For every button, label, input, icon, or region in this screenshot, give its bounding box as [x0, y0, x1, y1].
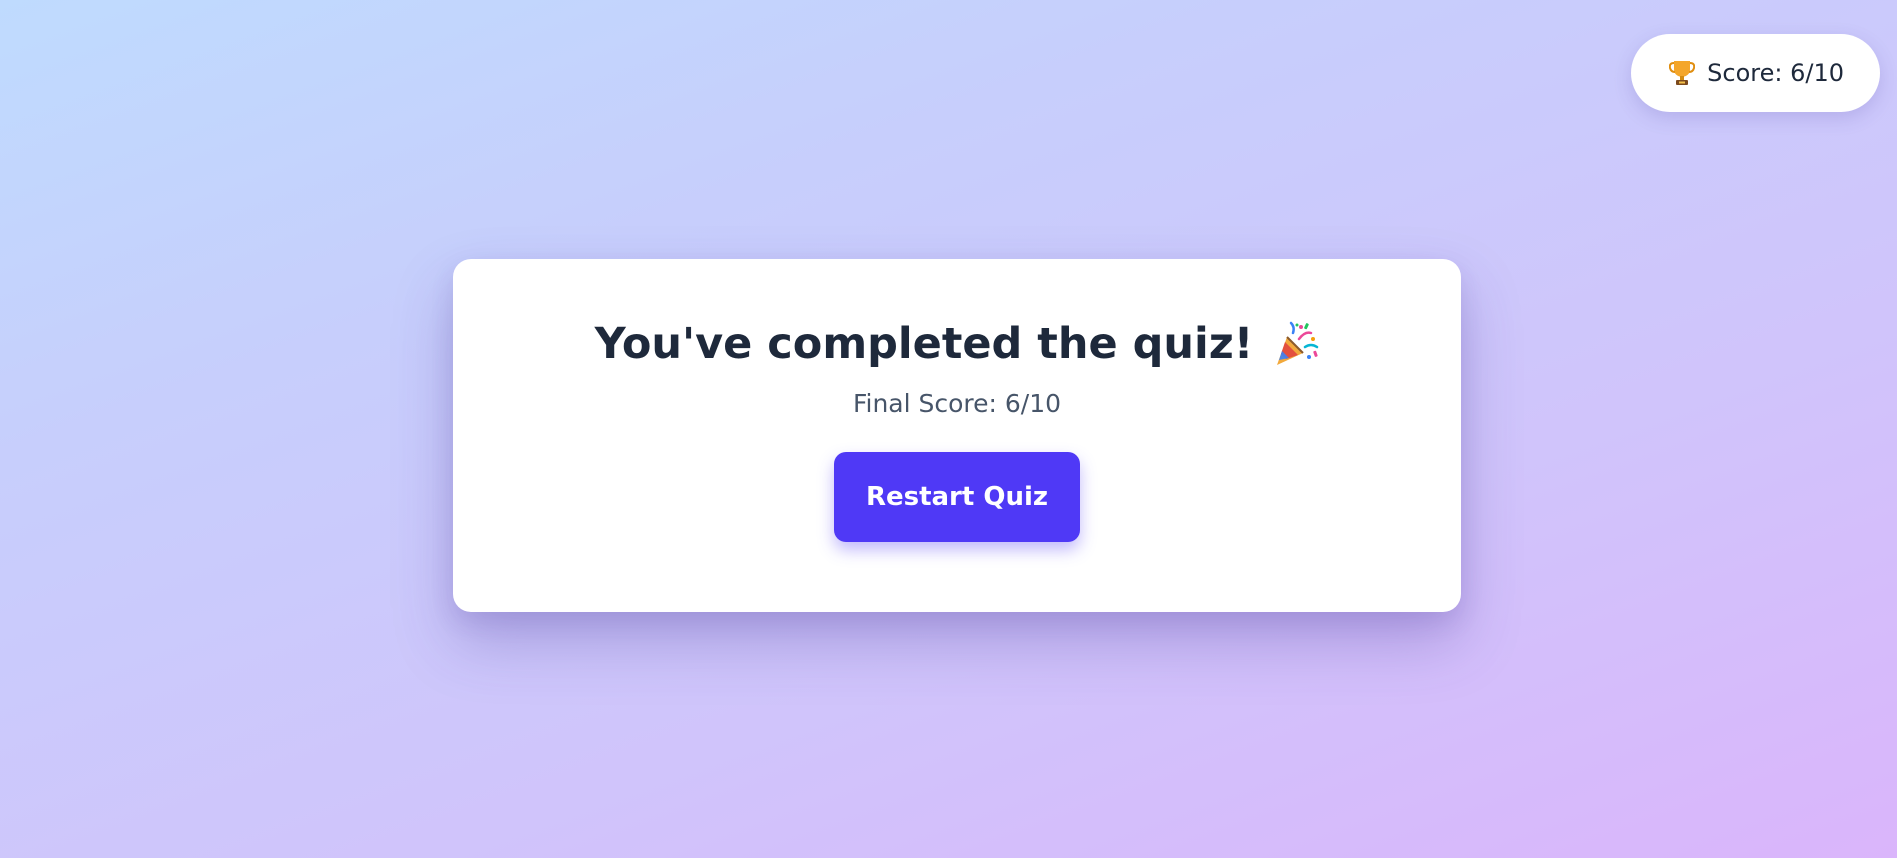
score-label: Score: 6/10: [1707, 59, 1844, 87]
trophy-icon: [1669, 59, 1696, 87]
score-badge: Score: 6/10: [1631, 34, 1880, 112]
completion-title-text: You've completed the quiz!: [594, 319, 1254, 370]
party-popper-icon: [1271, 321, 1319, 369]
restart-quiz-button[interactable]: Restart Quiz: [834, 452, 1080, 542]
result-card: You've completed the quiz! Final Score: …: [453, 259, 1461, 612]
completion-title: You've completed the quiz!: [595, 321, 1320, 369]
final-score-text: Final Score: 6/10: [852, 389, 1062, 418]
